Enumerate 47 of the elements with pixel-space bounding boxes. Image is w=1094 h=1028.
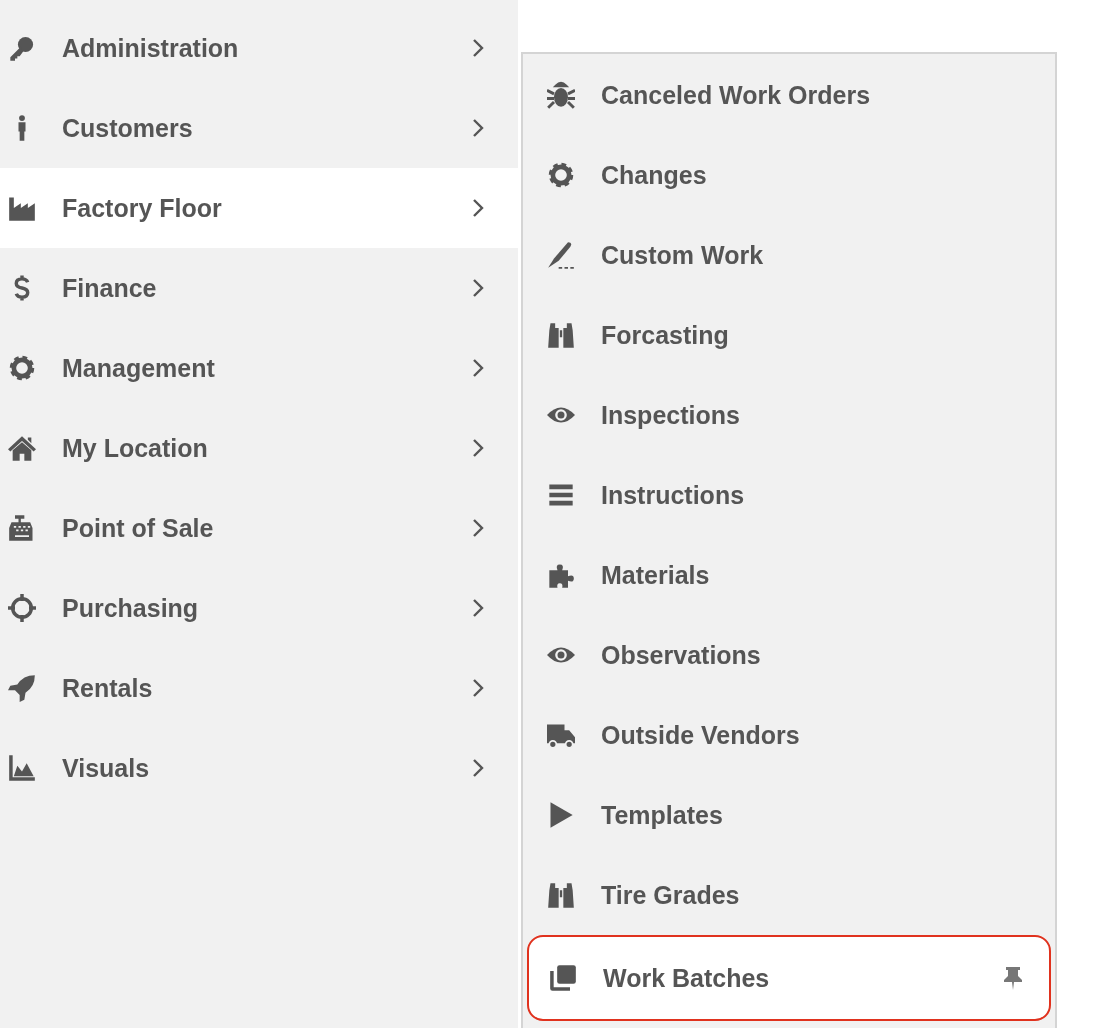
menu-item[interactable]: Customers	[0, 88, 518, 168]
chevron-right-icon	[472, 438, 484, 458]
menu-item[interactable]: Materials	[523, 535, 1055, 615]
menu-item[interactable]: Instructions	[523, 455, 1055, 535]
menu-item[interactable]: Outside Vendors	[523, 695, 1055, 775]
menu-item[interactable]: Tire Grades	[523, 855, 1055, 935]
menu-item[interactable]: Canceled Work Orders	[523, 55, 1055, 135]
copy-icon	[549, 964, 577, 992]
gear-icon	[8, 354, 36, 382]
menu-item[interactable]: Purchasing	[0, 568, 518, 648]
person-icon	[17, 114, 27, 142]
chevron-right-icon	[472, 198, 484, 218]
gear-icon	[547, 161, 575, 189]
key-icon	[8, 34, 36, 62]
crosshair-icon	[8, 594, 36, 622]
menu-item[interactable]: Management	[0, 328, 518, 408]
menu-item[interactable]: Factory Floor	[0, 168, 518, 248]
chevron-right-icon	[472, 758, 484, 778]
menu-item[interactable]: My Location	[0, 408, 518, 488]
menu-item[interactable]: Templates	[523, 775, 1055, 855]
area-chart-icon	[8, 754, 36, 782]
menu-item[interactable]: Changes	[523, 135, 1055, 215]
menu-item[interactable]: Observations	[523, 615, 1055, 695]
scalpel-icon	[547, 241, 575, 269]
binoculars-icon	[547, 321, 575, 349]
menu-item[interactable]: Inspections	[523, 375, 1055, 455]
rocket-icon	[8, 674, 36, 702]
chevron-right-icon	[472, 678, 484, 698]
chevron-right-icon	[472, 38, 484, 58]
chevron-right-icon	[472, 518, 484, 538]
menu-item[interactable]: Administration	[0, 8, 518, 88]
menu-item[interactable]: Rentals	[0, 648, 518, 728]
binoculars-icon	[547, 881, 575, 909]
chevron-right-icon	[472, 358, 484, 378]
cash-register-icon	[8, 514, 36, 542]
chevron-right-icon	[472, 118, 484, 138]
dollar-icon	[14, 274, 30, 302]
menu-item[interactable]: Work Batches	[527, 935, 1051, 1021]
chevron-right-icon	[472, 598, 484, 618]
home-icon	[8, 434, 36, 462]
bug-icon	[547, 81, 575, 109]
menu-item[interactable]: Finance	[0, 248, 518, 328]
menu-item[interactable]: Point of Sale	[0, 488, 518, 568]
chevron-right-icon	[472, 278, 484, 298]
menu-item[interactable]: Forcasting	[523, 295, 1055, 375]
menu-item[interactable]: Visuals	[0, 728, 518, 808]
menu-item[interactable]: Custom Work	[523, 215, 1055, 295]
